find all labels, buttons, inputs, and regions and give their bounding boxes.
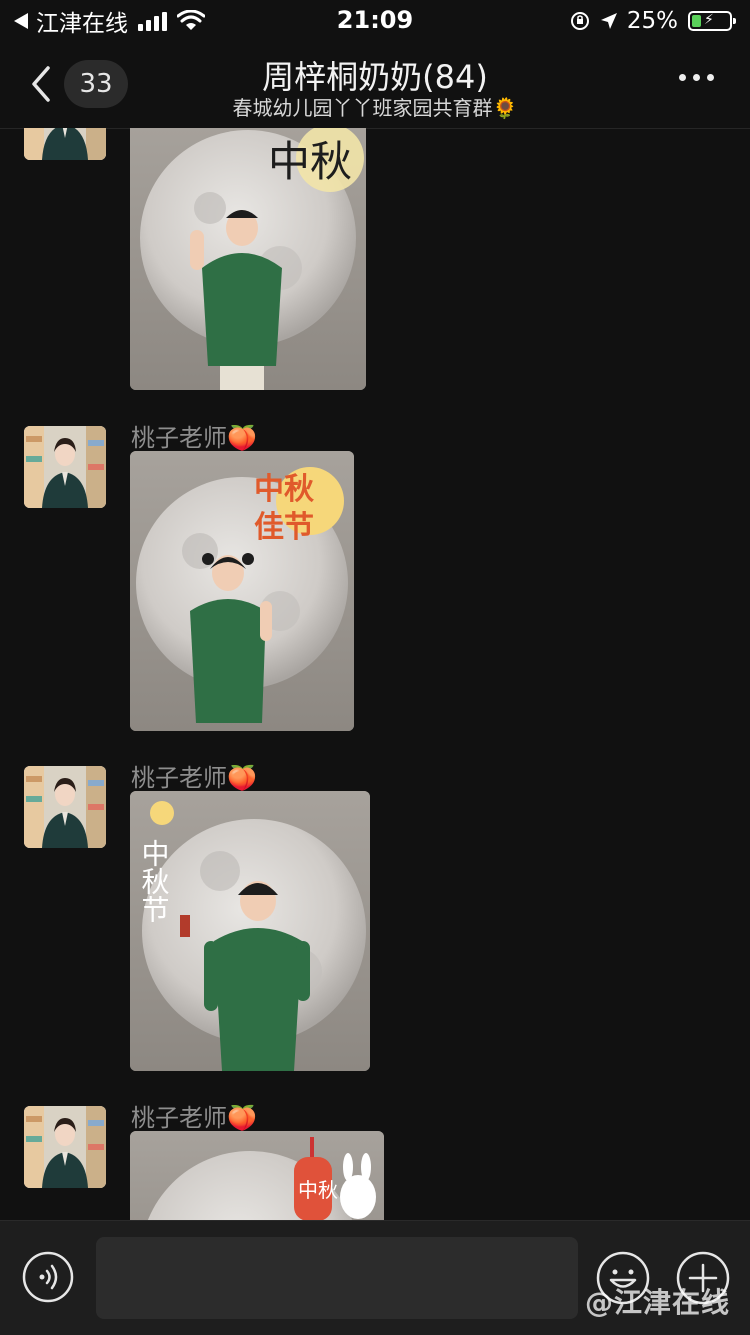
chat-message: 桃子老师🍑 中秋 佳节: [0, 418, 750, 738]
battery-icon: ⚡: [688, 11, 736, 31]
chat-message: 桃子老师🍑 中秋节: [0, 758, 750, 1078]
avatar[interactable]: [24, 128, 106, 160]
sender-name: 桃子老师🍑: [131, 764, 257, 792]
festival-text: 佳节: [254, 510, 314, 545]
message-input[interactable]: [96, 1237, 578, 1319]
calligraphy-text: 中秋: [268, 137, 352, 186]
image-message[interactable]: 中秋节: [130, 791, 370, 1071]
location-arrow-icon: [600, 13, 617, 29]
image-message[interactable]: 中秋 佳节: [130, 451, 354, 731]
battery-level: [692, 15, 701, 27]
more-options-icon[interactable]: [679, 74, 714, 81]
chat-header: 33 周梓桐奶奶(84) 春城幼儿园丫丫班家园共育群🌻: [0, 44, 750, 129]
avatar[interactable]: [24, 426, 106, 508]
input-toolbar: @江津在线: [0, 1220, 750, 1335]
watermark: @江津在线: [584, 1286, 730, 1319]
avatar[interactable]: [24, 1106, 106, 1188]
message-list[interactable]: 中秋 桃子老师🍑 中秋 佳节 桃子老师🍑 中秋节 桃子老师🍑 中秋: [0, 128, 750, 1220]
festival-vertical-text: 中秋节: [138, 839, 171, 923]
chat-message: 桃子老师🍑 中秋: [0, 1098, 750, 1220]
avatar[interactable]: [24, 766, 106, 848]
orientation-lock-icon: [570, 12, 589, 30]
status-right: 25% ⚡: [569, 6, 736, 36]
voice-input-icon[interactable]: [22, 1251, 74, 1303]
image-message[interactable]: 中秋: [130, 1131, 384, 1220]
image-message[interactable]: 中秋: [130, 128, 366, 390]
chat-message: 中秋: [0, 128, 750, 393]
festival-text: 中秋: [254, 472, 314, 507]
battery-percent: 25%: [626, 8, 678, 34]
sender-name: 桃子老师🍑: [131, 424, 257, 452]
charging-bolt-icon: ⚡: [704, 12, 714, 28]
sender-name: 桃子老师🍑: [131, 1104, 257, 1132]
status-bar: 江津在线 21:09 25% ⚡: [0, 0, 750, 40]
lantern-text: 中秋: [298, 1178, 338, 1202]
chat-subtitle: 春城幼儿园丫丫班家园共育群🌻: [232, 96, 518, 120]
